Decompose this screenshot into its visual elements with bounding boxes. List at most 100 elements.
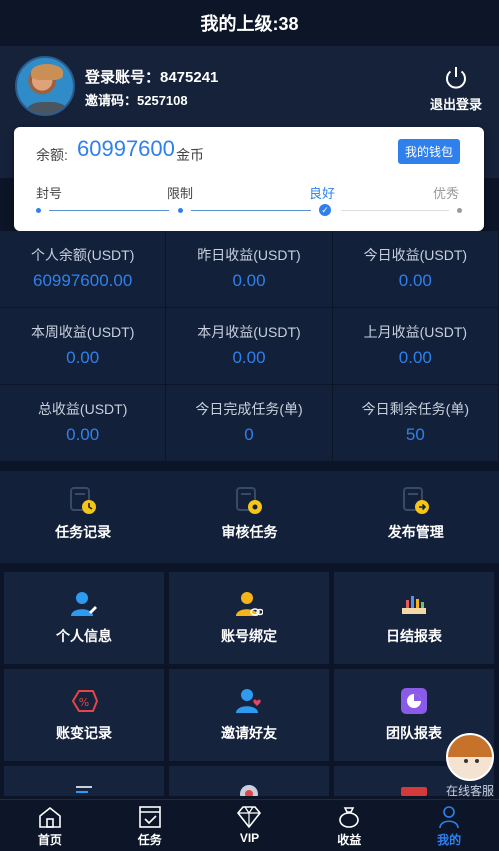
check-icon: ✓ xyxy=(319,204,331,216)
menu-item-label: 账变记录 xyxy=(56,725,112,741)
tab-label: 首页 xyxy=(37,833,62,847)
home-icon xyxy=(39,806,61,828)
menu-item-label: 账号绑定 xyxy=(221,628,277,644)
badge-icon xyxy=(240,785,258,796)
person-icon xyxy=(439,806,459,829)
stat-value: 0.00 xyxy=(232,348,266,367)
stat-value: 0.00 xyxy=(398,271,432,290)
account-change-icon: % xyxy=(71,690,99,712)
tab-label: 任务 xyxy=(137,833,162,847)
invite-code: 邀请码：5257108 xyxy=(85,93,188,108)
level-dot xyxy=(36,208,41,213)
task-record-button[interactable]: 任务记录 xyxy=(0,471,166,563)
menu-item-label: 个人信息 xyxy=(56,628,112,644)
level-excellent: 优秀 xyxy=(433,186,460,201)
support-avatar xyxy=(446,733,494,781)
level-dot xyxy=(178,208,183,213)
account-bind-icon xyxy=(236,592,263,616)
tab-label: 我的 xyxy=(437,833,462,847)
level-banned: 封号 xyxy=(36,186,63,201)
list-icon xyxy=(76,786,92,793)
task-icon xyxy=(138,806,161,828)
stat-value: 50 xyxy=(405,425,425,444)
my-wallet-button[interactable]: 我的钱包 xyxy=(397,139,460,164)
stat-today-completed: 今日完成任务(单) 0 xyxy=(166,385,333,462)
balance-unit: 金币 xyxy=(176,147,204,163)
svg-text:%: % xyxy=(79,696,89,709)
tab-earnings[interactable]: 收益 xyxy=(299,800,399,851)
app-icon xyxy=(401,787,427,796)
tab-mine[interactable]: 我的 xyxy=(399,800,499,851)
money-bag-icon xyxy=(339,807,360,828)
task-record-label: 任务记录 xyxy=(55,524,112,540)
stat-label: 今日完成任务(单) xyxy=(195,401,303,417)
review-task-label: 审核任务 xyxy=(221,524,278,540)
quick-actions: 任务记录 审核任务 发布管理 xyxy=(0,471,499,563)
page-title: 我的上级:38 xyxy=(200,14,299,34)
stat-label: 昨日收益(USDT) xyxy=(197,247,301,263)
menu-item-daily-report[interactable]: 日结报表 xyxy=(334,572,494,664)
diamond-icon xyxy=(237,806,262,829)
publish-manage-button[interactable]: 发布管理 xyxy=(333,471,499,563)
avatar[interactable] xyxy=(15,56,75,116)
balance-value: 60997600 xyxy=(77,136,175,161)
tab-label: 收益 xyxy=(337,833,362,847)
balance-card: 余额: 60997600 金币 我的钱包 封号 限制 良好 优秀 ✓ xyxy=(14,127,484,231)
menu-item-partial[interactable] xyxy=(4,766,164,796)
stat-label: 本月收益(USDT) xyxy=(197,324,301,340)
stat-value: 0.00 xyxy=(232,271,266,290)
stat-label: 今日收益(USDT) xyxy=(363,247,468,263)
review-task-icon xyxy=(236,487,263,514)
daily-report-icon xyxy=(402,596,426,614)
stat-last-month-income: 上月收益(USDT) 0.00 xyxy=(332,308,499,385)
bottom-tab-bar: 首页 任务 VIP 收益 我的 xyxy=(0,799,499,851)
stat-week-income: 本周收益(USDT) 0.00 xyxy=(0,308,167,385)
stat-total-income: 总收益(USDT) 0.00 xyxy=(0,385,167,462)
stat-value: 0.00 xyxy=(66,425,100,444)
support-label: 在线客服 xyxy=(445,784,494,798)
task-record-icon xyxy=(70,487,97,514)
menu-item-label: 邀请好友 xyxy=(221,725,277,741)
publish-manage-icon xyxy=(402,487,429,514)
tab-task[interactable]: 任务 xyxy=(100,800,200,851)
stat-yesterday-income: 昨日收益(USDT) 0.00 xyxy=(166,231,333,308)
tab-label: VIP xyxy=(239,831,260,845)
publish-manage-label: 发布管理 xyxy=(387,524,444,540)
level-track xyxy=(49,210,169,211)
menu-item-partial[interactable] xyxy=(169,766,329,796)
stat-personal-balance: 个人余额(USDT) 60997600.00 xyxy=(0,231,167,308)
stat-label: 本周收益(USDT) xyxy=(30,324,135,340)
review-task-button[interactable]: 审核任务 xyxy=(166,471,332,563)
level-limited: 限制 xyxy=(167,186,194,201)
stat-today-income: 今日收益(USDT) 0.00 xyxy=(332,231,499,308)
tab-vip[interactable]: VIP xyxy=(200,800,300,851)
stats-grid: 个人余额(USDT) 60997600.00 昨日收益(USDT) 0.00 今日收… xyxy=(0,231,499,462)
power-icon xyxy=(446,67,466,89)
logout-label: 退出登录 xyxy=(429,97,482,112)
menu-item-label: 日结报表 xyxy=(386,628,442,644)
team-report-icon xyxy=(401,688,427,714)
menu-item-invite-friend[interactable]: 邀请好友 xyxy=(169,669,329,761)
stat-month-income: 本月收益(USDT) 0.00 xyxy=(166,308,333,385)
stat-value: 0.00 xyxy=(398,348,432,367)
invite-friend-icon xyxy=(236,689,261,713)
stat-label: 上月收益(USDT) xyxy=(363,324,468,340)
level-good: 良好 xyxy=(309,186,336,201)
user-edit-icon xyxy=(71,592,97,616)
logout-button[interactable]: 退出登录 xyxy=(427,64,485,113)
menu-item-account-change[interactable]: % 账变记录 xyxy=(4,669,164,761)
stat-label: 今日剩余任务(单) xyxy=(361,401,469,417)
menu-item-account-bind[interactable]: 账号绑定 xyxy=(169,572,329,664)
stat-value: 60997600.00 xyxy=(33,271,133,290)
menu-item-personal-info[interactable]: 个人信息 xyxy=(4,572,164,664)
account-number: 登录账号：8475241 xyxy=(85,69,219,86)
level-track xyxy=(191,210,311,211)
stat-today-remaining: 今日剩余任务(单) 50 xyxy=(332,385,499,462)
stat-value: 0 xyxy=(244,425,254,444)
stat-label: 总收益(USDT) xyxy=(37,401,128,417)
online-support-button[interactable]: 在线客服 xyxy=(445,733,495,799)
level-track xyxy=(341,210,449,211)
level-dot xyxy=(457,208,462,213)
tab-home[interactable]: 首页 xyxy=(0,800,100,851)
page-header: 我的上级:38 xyxy=(0,0,499,46)
